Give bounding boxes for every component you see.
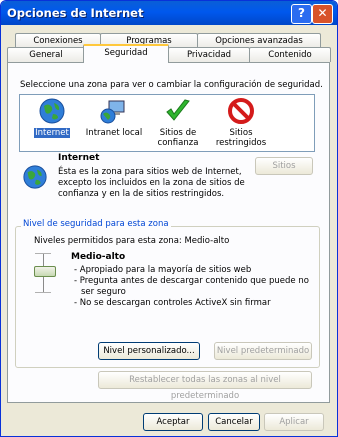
zone-restricted-sites[interactable]: Sitios restringidos — [210, 97, 272, 148]
globe-icon — [23, 165, 47, 189]
zone-desc-line2: excepto los incluidos en la zona de siti… — [58, 178, 245, 188]
level-bullet-1: - Apropiado para la mayoría de sitios we… — [74, 265, 252, 275]
zone-trusted-sites[interactable]: Sitios de confianza — [150, 97, 206, 148]
zone-trusted-line1: Sitios de — [159, 128, 197, 138]
reset-all-zones-button[interactable]: Restablecer todas las zonas al nivel pre… — [98, 371, 312, 401]
ok-button[interactable]: Aceptar — [143, 413, 203, 431]
tab-opciones-avanzadas[interactable]: Opciones avanzadas — [197, 33, 321, 48]
zone-internet-label: Internet — [34, 128, 70, 138]
no-entry-icon — [228, 98, 254, 124]
zone-internet[interactable]: Internet — [24, 97, 80, 138]
zone-list[interactable]: Internet Intranet local Sitios de confia… — [19, 94, 315, 152]
zone-trusted-line2: confianza — [157, 138, 199, 148]
tab-privacidad[interactable]: Privacidad — [168, 47, 250, 62]
sites-button[interactable]: Sitios — [255, 157, 313, 175]
security-level-group-title: Nivel de seguridad para esta zona — [21, 219, 171, 229]
tab-general[interactable]: General — [7, 47, 85, 62]
level-bullet-4: - No se descargan controles ActiveX sin … — [74, 298, 271, 308]
custom-level-button[interactable]: Nivel personalizado... — [98, 342, 200, 360]
tab-contenido[interactable]: Contenido — [249, 47, 331, 62]
computer-network-icon — [100, 100, 125, 124]
apply-button[interactable]: Aplicar — [264, 413, 324, 431]
window-title: Opciones de Internet — [7, 6, 144, 20]
checkmark-icon — [166, 99, 190, 121]
zone-intranet-label: Intranet local — [85, 128, 143, 138]
slider-thumb[interactable] — [34, 266, 56, 277]
level-name: Medio-alto — [71, 252, 126, 262]
zone-desc-line1: Ésta es la zona para sitios web de Inter… — [58, 167, 242, 177]
close-button[interactable]: ✕ — [312, 4, 333, 24]
security-level-slider[interactable] — [29, 253, 59, 293]
level-bullet-3: ser seguro — [81, 287, 126, 297]
title-bar[interactable]: Opciones de Internet ? ✕ — [1, 1, 337, 25]
zone-desc-line3: confianza y en la de sitios restringidos… — [58, 189, 225, 199]
zone-intranet-local[interactable]: Intranet local — [82, 97, 146, 138]
allowed-levels-text: Niveles permitidos para esta zona: Medio… — [34, 236, 230, 246]
help-button[interactable]: ? — [291, 4, 312, 24]
zone-restricted-line2: restringidos — [215, 138, 267, 148]
zone-instruction: Seleccione una zona para ver o cambiar l… — [20, 80, 323, 90]
tab-seguridad[interactable]: Seguridad — [83, 44, 169, 63]
default-level-button[interactable]: Nivel predeterminado — [214, 342, 312, 360]
cancel-button[interactable]: Cancelar — [208, 413, 260, 431]
zone-title: Internet — [58, 153, 100, 163]
internet-options-window: Opciones de Internet ? ✕ Conexiones Prog… — [0, 0, 338, 437]
level-bullet-2: - Pregunta antes de descargar contenido … — [74, 276, 309, 286]
globe-icon — [39, 98, 65, 124]
zone-restricted-line1: Sitios — [229, 128, 253, 138]
